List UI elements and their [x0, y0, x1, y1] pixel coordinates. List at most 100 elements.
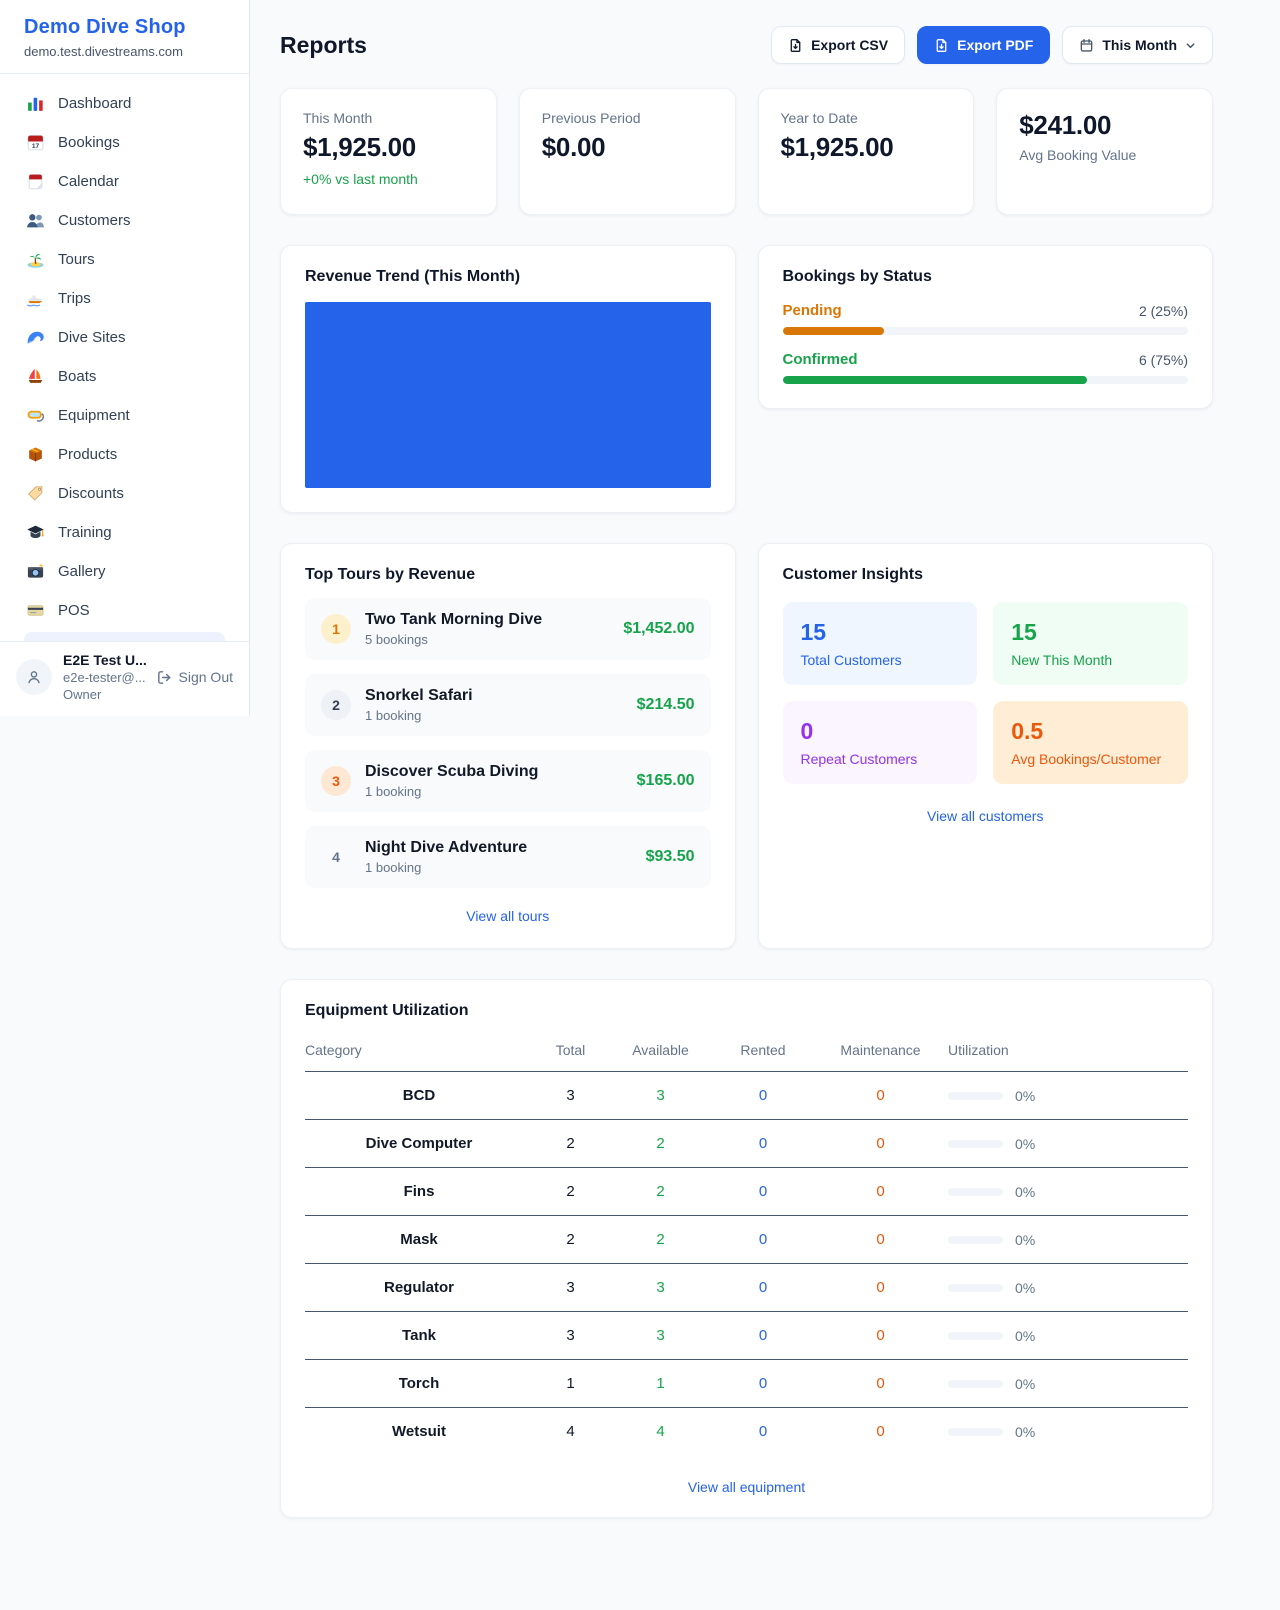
utilization-percent: 0% [1015, 1136, 1035, 1152]
sidebar-item-dive-sites[interactable]: Dive Sites [12, 318, 237, 357]
sidebar-item-label: Tours [58, 251, 95, 268]
equipment-maintenance: 0 [813, 1072, 948, 1120]
sidebar-item-boats[interactable]: Boats [12, 357, 237, 396]
equipment-available: 3 [608, 1264, 713, 1312]
equipment-total: 2 [533, 1168, 608, 1216]
stat-card-avg-booking-value: $241.00 Avg Booking Value [996, 88, 1213, 215]
tour-name: Two Tank Morning Dive [365, 611, 542, 628]
equipment-rented: 0 [713, 1360, 813, 1408]
export-pdf-button[interactable]: Export PDF [917, 26, 1050, 64]
user-section: E2E Test U... e2e-tester@... Owner Sign … [0, 641, 249, 716]
insight-tile-avg-bookings: 0.5 Avg Bookings/Customer [993, 701, 1188, 784]
customer-insights-title: Customer Insights [783, 566, 1189, 584]
revenue-trend-title: Revenue Trend (This Month) [305, 268, 711, 286]
sidebar-item-label: Trips [58, 290, 91, 307]
person-icon [24, 667, 44, 687]
view-all-tours-link[interactable]: View all tours [305, 908, 711, 924]
period-select[interactable]: This Month [1062, 26, 1213, 64]
equipment-total: 2 [533, 1120, 608, 1168]
sign-out-label: Sign Out [179, 669, 233, 685]
sidebar-item-gallery[interactable]: Gallery [12, 552, 237, 591]
sidebar-item-dashboard[interactable]: Dashboard [12, 84, 237, 123]
export-pdf-label: Export PDF [957, 37, 1033, 53]
sidebar-item-label: POS [58, 602, 90, 619]
utilization-bar [948, 1236, 1003, 1244]
tour-bookings: 1 booking [365, 860, 632, 875]
equipment-utilization-title: Equipment Utilization [305, 1002, 1188, 1020]
tile-value: 0 [801, 718, 960, 745]
equipment-available: 3 [608, 1072, 713, 1120]
sidebar-item-bookings[interactable]: 17 Bookings [12, 123, 237, 162]
dive-sites-icon [26, 328, 45, 347]
stat-label: This Month [303, 110, 474, 126]
export-csv-button[interactable]: Export CSV [771, 26, 905, 64]
sidebar-item-training[interactable]: Training [12, 513, 237, 552]
sidebar-item-label: Discounts [58, 485, 124, 502]
sign-out-icon [156, 669, 173, 686]
equipment-maintenance: 0 [813, 1408, 948, 1456]
equipment-table-body: BCD33000%Dive Computer22000%Fins22000%Ma… [305, 1072, 1188, 1456]
utilization-bar [948, 1332, 1003, 1340]
sidebar-item-discounts[interactable]: Discounts [12, 474, 237, 513]
tour-name: Discover Scuba Diving [365, 763, 538, 780]
sidebar-item-customers[interactable]: Customers [12, 201, 237, 240]
equipment-maintenance: 0 [813, 1120, 948, 1168]
sidebar-item-pos[interactable]: POS [12, 591, 237, 630]
equipment-utilization: 0% [948, 1168, 1188, 1216]
utilization-percent: 0% [1015, 1376, 1035, 1392]
customers-icon [26, 211, 45, 230]
sidebar-item-reports-active-partial[interactable] [24, 632, 225, 641]
equipment-category: Regulator [305, 1264, 533, 1312]
equipment-row: Regulator33000% [305, 1264, 1188, 1312]
status-progress-track [783, 376, 1189, 384]
equipment-available: 1 [608, 1360, 713, 1408]
status-progress-fill [783, 376, 1087, 384]
customer-insights-panel: Customer Insights 15 Total Customers 15 … [758, 543, 1214, 949]
equipment-total: 3 [533, 1264, 608, 1312]
equipment-total: 3 [533, 1072, 608, 1120]
stat-value: $1,925.00 [303, 132, 474, 163]
view-all-customers-link[interactable]: View all customers [783, 808, 1189, 824]
equipment-maintenance: 0 [813, 1264, 948, 1312]
sidebar-item-equipment[interactable]: Equipment [12, 396, 237, 435]
equipment-available: 2 [608, 1120, 713, 1168]
pos-icon [26, 601, 45, 620]
sidebar-item-label: Gallery [58, 563, 106, 580]
avatar [16, 659, 52, 695]
user-role: Owner [63, 687, 145, 702]
sidebar-item-tours[interactable]: Tours [12, 240, 237, 279]
tile-label: Total Customers [801, 652, 960, 668]
utilization-bar [948, 1380, 1003, 1388]
equipment-rented: 0 [713, 1312, 813, 1360]
stat-value: $0.00 [542, 132, 713, 163]
period-label: This Month [1102, 37, 1177, 53]
tour-list-item: 3 Discover Scuba Diving 1 booking $165.0… [305, 750, 711, 812]
utilization-percent: 0% [1015, 1184, 1035, 1200]
file-download-icon [934, 38, 949, 53]
rank-badge: 1 [321, 614, 351, 644]
sign-out-button[interactable]: Sign Out [156, 669, 233, 686]
equipment-category: Dive Computer [305, 1120, 533, 1168]
sidebar-item-calendar[interactable]: Calendar [12, 162, 237, 201]
sidebar-item-label: Boats [58, 368, 96, 385]
view-all-equipment-link[interactable]: View all equipment [305, 1479, 1188, 1495]
user-name: E2E Test U... [63, 652, 145, 668]
insight-tile-total-customers: 15 Total Customers [783, 602, 978, 685]
sidebar-item-products[interactable]: Products [12, 435, 237, 474]
chevron-down-icon [1185, 40, 1196, 51]
sidebar-item-trips[interactable]: Trips [12, 279, 237, 318]
utilization-percent: 0% [1015, 1328, 1035, 1344]
equipment-rented: 0 [713, 1168, 813, 1216]
tours-icon [26, 250, 45, 269]
stat-card-this-month: This Month $1,925.00 +0% vs last month [280, 88, 497, 215]
equipment-utilization: 0% [948, 1312, 1188, 1360]
utilization-percent: 0% [1015, 1424, 1035, 1440]
status-progress-track [783, 327, 1189, 335]
main-content: Reports Export CSV Export PDF This Month… [250, 0, 1280, 1593]
top-tours-panel: Top Tours by Revenue 1 Two Tank Morning … [280, 543, 736, 949]
shop-name: Demo Dive Shop [24, 16, 225, 39]
tour-amount: $214.50 [637, 696, 695, 714]
equipment-category: Mask [305, 1216, 533, 1264]
equipment-table: Category Total Available Rented Maintena… [305, 1036, 1188, 1455]
column-header-category: Category [305, 1036, 533, 1072]
